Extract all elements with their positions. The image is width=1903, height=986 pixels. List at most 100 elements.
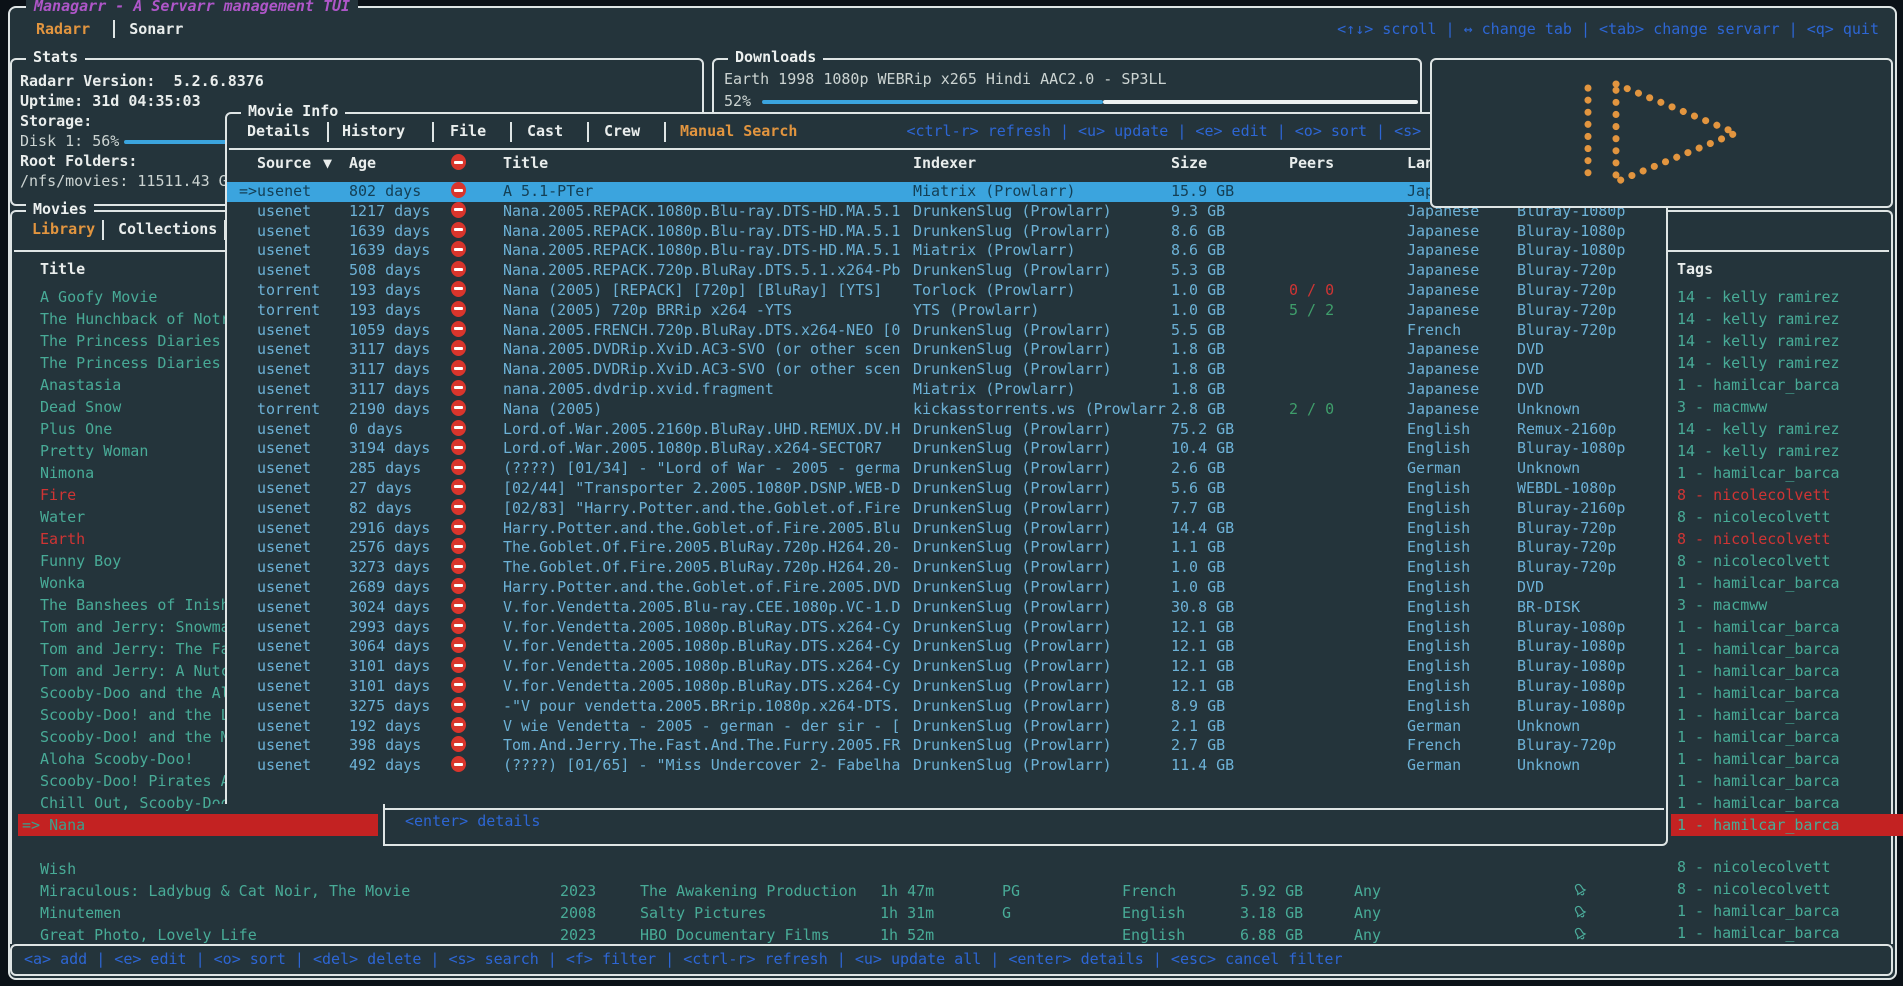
language-cell: Japanese	[1407, 241, 1479, 261]
movie-list-item[interactable]: Fire	[40, 484, 234, 506]
movie-list-item[interactable]: Water	[40, 506, 234, 528]
tag-item: 14 - kelly ramirez	[1677, 352, 1903, 374]
size-cell: 12.1 GB	[1171, 657, 1234, 677]
source-cell: usenet	[257, 637, 311, 657]
search-result-row[interactable]: usenet 492 days (????) [01/65] - "Miss U…	[227, 756, 1666, 776]
col-peers[interactable]: Peers	[1289, 154, 1334, 172]
tab-file[interactable]: File	[450, 122, 486, 140]
tab-cast[interactable]: Cast	[527, 122, 563, 140]
movie-list-item[interactable]: The Banshees of Inish	[40, 594, 234, 616]
search-result-row[interactable]: usenet 192 days V wie Vendetta - 2005 - …	[227, 717, 1666, 737]
tab-details[interactable]: Details	[247, 122, 310, 140]
movie-list-item[interactable]: Scooby-Doo and the Al	[40, 682, 234, 704]
movie-list-item[interactable]: Wonka	[40, 572, 234, 594]
search-result-row[interactable]: usenet 3024 days V.for.Vendetta.2005.Blu…	[227, 598, 1666, 618]
movie-row[interactable]: Miraculous: Ladybug & Cat Noir, The Movi…	[40, 880, 1880, 902]
movie-runtime-cell: 1h 31m	[880, 902, 934, 924]
quality-cell: Bluray-1080p	[1517, 241, 1625, 261]
tab-crew[interactable]: Crew	[604, 122, 640, 140]
movie-list-item[interactable]: Chill Out, Scooby-Doo	[40, 792, 234, 814]
col-source[interactable]: Source	[257, 154, 311, 172]
tag-item: 1 - hamilcar_barca	[1677, 374, 1903, 396]
indexer-cell: kickasstorrents.ws (Prowlarr	[913, 400, 1166, 420]
download-progress-filled	[762, 100, 1103, 104]
movie-list-item[interactable]: Scooby-Doo! and the L	[40, 704, 234, 726]
search-result-row[interactable]: usenet 0 days Lord.of.War.2005.2160p.Blu…	[227, 420, 1666, 440]
search-result-row[interactable]: usenet 82 days [02/83] "Harry.Potter.and…	[227, 499, 1666, 519]
movie-list-item[interactable]: The Hunchback of Notr	[40, 308, 234, 330]
servarr-tab[interactable]: Sonarr	[113, 20, 197, 38]
search-result-row[interactable]: usenet 1639 days Nana.2005.REPACK.1080p.…	[227, 241, 1666, 261]
movie-list-item[interactable]: Anastasia	[40, 374, 234, 396]
movie-row[interactable]: Great Photo, Lovely Life 2023 HBO Docume…	[40, 924, 1880, 946]
quality-cell: Bluray-1080p	[1517, 697, 1625, 717]
age-cell: 3117 days	[349, 360, 430, 380]
size-cell: 12.1 GB	[1171, 637, 1234, 657]
movie-list-item[interactable]: Tom and Jerry: The Fa	[40, 638, 234, 660]
search-result-row[interactable]: usenet 3064 days V.for.Vendetta.2005.108…	[227, 637, 1666, 657]
movie-row[interactable]: Wish	[40, 858, 1880, 880]
age-cell: 2689 days	[349, 578, 430, 598]
monitored-bell-icon	[1572, 926, 1588, 946]
movie-list-item[interactable]: A Goofy Movie	[40, 286, 234, 308]
search-result-row[interactable]: torrent 2190 days Nana (2005) kickasstor…	[227, 400, 1666, 420]
col-title[interactable]: Title	[503, 154, 548, 172]
age-cell: 492 days	[349, 756, 421, 776]
movie-list-item[interactable]: Pretty Woman	[40, 440, 234, 462]
search-result-row[interactable]: usenet 3101 days V.for.Vendetta.2005.108…	[227, 677, 1666, 697]
search-result-row[interactable]: usenet 3117 days nana.2005.dvdrip.xvid.f…	[227, 380, 1666, 400]
movie-rating-cell: G	[1002, 902, 1011, 924]
search-result-row[interactable]: usenet 285 days (????) [01/34] - "Lord o…	[227, 459, 1666, 479]
search-result-row[interactable]: usenet 2993 days V.for.Vendetta.2005.108…	[227, 618, 1666, 638]
movie-list-item[interactable]: The Princess Diaries	[40, 352, 234, 374]
source-cell: usenet	[257, 459, 311, 479]
search-result-row[interactable]: usenet 2576 days The.Goblet.Of.Fire.2005…	[227, 538, 1666, 558]
movie-list-item[interactable]: Earth	[40, 528, 234, 550]
age-cell: 3273 days	[349, 558, 430, 578]
search-result-row[interactable]: usenet 508 days Nana.2005.REPACK.720p.Bl…	[227, 261, 1666, 281]
language-cell: English	[1407, 618, 1470, 638]
quality-cell: Unknown	[1517, 717, 1580, 737]
size-cell: 5.6 GB	[1171, 479, 1225, 499]
movie-list-item[interactable]: Tom and Jerry: Snowma	[40, 616, 234, 638]
source-cell: usenet	[257, 321, 311, 341]
tags-list: 14 - kelly ramirez 14 - kelly ramirez 14…	[1677, 286, 1903, 944]
tab-history[interactable]: History	[342, 122, 405, 140]
language-cell: Japanese	[1407, 340, 1479, 360]
tab-manual-search[interactable]: Manual Search	[680, 122, 797, 140]
col-age[interactable]: Age	[349, 154, 376, 172]
movie-row[interactable]: Minutemen 2008 Salty Pictures 1h 31m G E…	[40, 902, 1880, 924]
col-indexer[interactable]: Indexer	[913, 154, 976, 172]
search-result-row[interactable]: usenet 398 days Tom.And.Jerry.The.Fast.A…	[227, 736, 1666, 756]
movie-list-item[interactable]: Scooby-Doo! Pirates A	[40, 770, 234, 792]
col-size[interactable]: Size	[1171, 154, 1207, 172]
movie-list-item[interactable]: Plus One	[40, 418, 234, 440]
search-result-row[interactable]: usenet 3275 days -"V pour vendetta.2005.…	[227, 697, 1666, 717]
bottom-keybind-bar: <a> add | <e> edit | <o> sort | <del> de…	[10, 944, 1893, 976]
servarr-tab[interactable]: Radarr	[22, 20, 104, 38]
search-result-row[interactable]: usenet 3117 days Nana.2005.DVDRip.XviD.A…	[227, 340, 1666, 360]
movie-list-item[interactable]: Nimona	[40, 462, 234, 484]
quality-cell: Bluray-720p	[1517, 301, 1616, 321]
tab-library[interactable]: Library	[32, 220, 95, 238]
selected-movie-row[interactable]: => Nana	[18, 814, 378, 836]
search-result-row[interactable]: torrent 193 days Nana (2005) 720p BRRip …	[227, 301, 1666, 321]
movie-list-item[interactable]: Funny Boy	[40, 550, 234, 572]
movie-list-item[interactable]: Scooby-Doo! and the M	[40, 726, 234, 748]
tab-collections[interactable]: Collections	[118, 220, 217, 238]
search-result-row[interactable]: usenet 3101 days V.for.Vendetta.2005.108…	[227, 657, 1666, 677]
movie-list-item[interactable]: Tom and Jerry: A Nutc	[40, 660, 234, 682]
movie-list-item[interactable]: Aloha Scooby-Doo!	[40, 748, 234, 770]
search-result-row[interactable]: usenet 2916 days Harry.Potter.and.the.Go…	[227, 519, 1666, 539]
search-result-row[interactable]: usenet 1059 days Nana.2005.FRENCH.720p.B…	[227, 321, 1666, 341]
search-result-row[interactable]: usenet 2689 days Harry.Potter.and.the.Go…	[227, 578, 1666, 598]
movie-list-item[interactable]: Dead Snow	[40, 396, 234, 418]
movie-list-item[interactable]: The Princess Diaries	[40, 330, 234, 352]
search-result-row[interactable]: torrent 193 days Nana (2005) [REPACK] [7…	[227, 281, 1666, 301]
search-result-row[interactable]: usenet 3194 days Lord.of.War.2005.1080p.…	[227, 439, 1666, 459]
search-result-row[interactable]: usenet 3117 days Nana.2005.DVDRip.XviD.A…	[227, 360, 1666, 380]
search-result-row[interactable]: usenet 1639 days Nana.2005.REPACK.1080p.…	[227, 222, 1666, 242]
rejected-icon	[451, 380, 466, 400]
search-result-row[interactable]: usenet 3273 days The.Goblet.Of.Fire.2005…	[227, 558, 1666, 578]
search-result-row[interactable]: usenet 27 days [02/44] "Transporter 2.20…	[227, 479, 1666, 499]
